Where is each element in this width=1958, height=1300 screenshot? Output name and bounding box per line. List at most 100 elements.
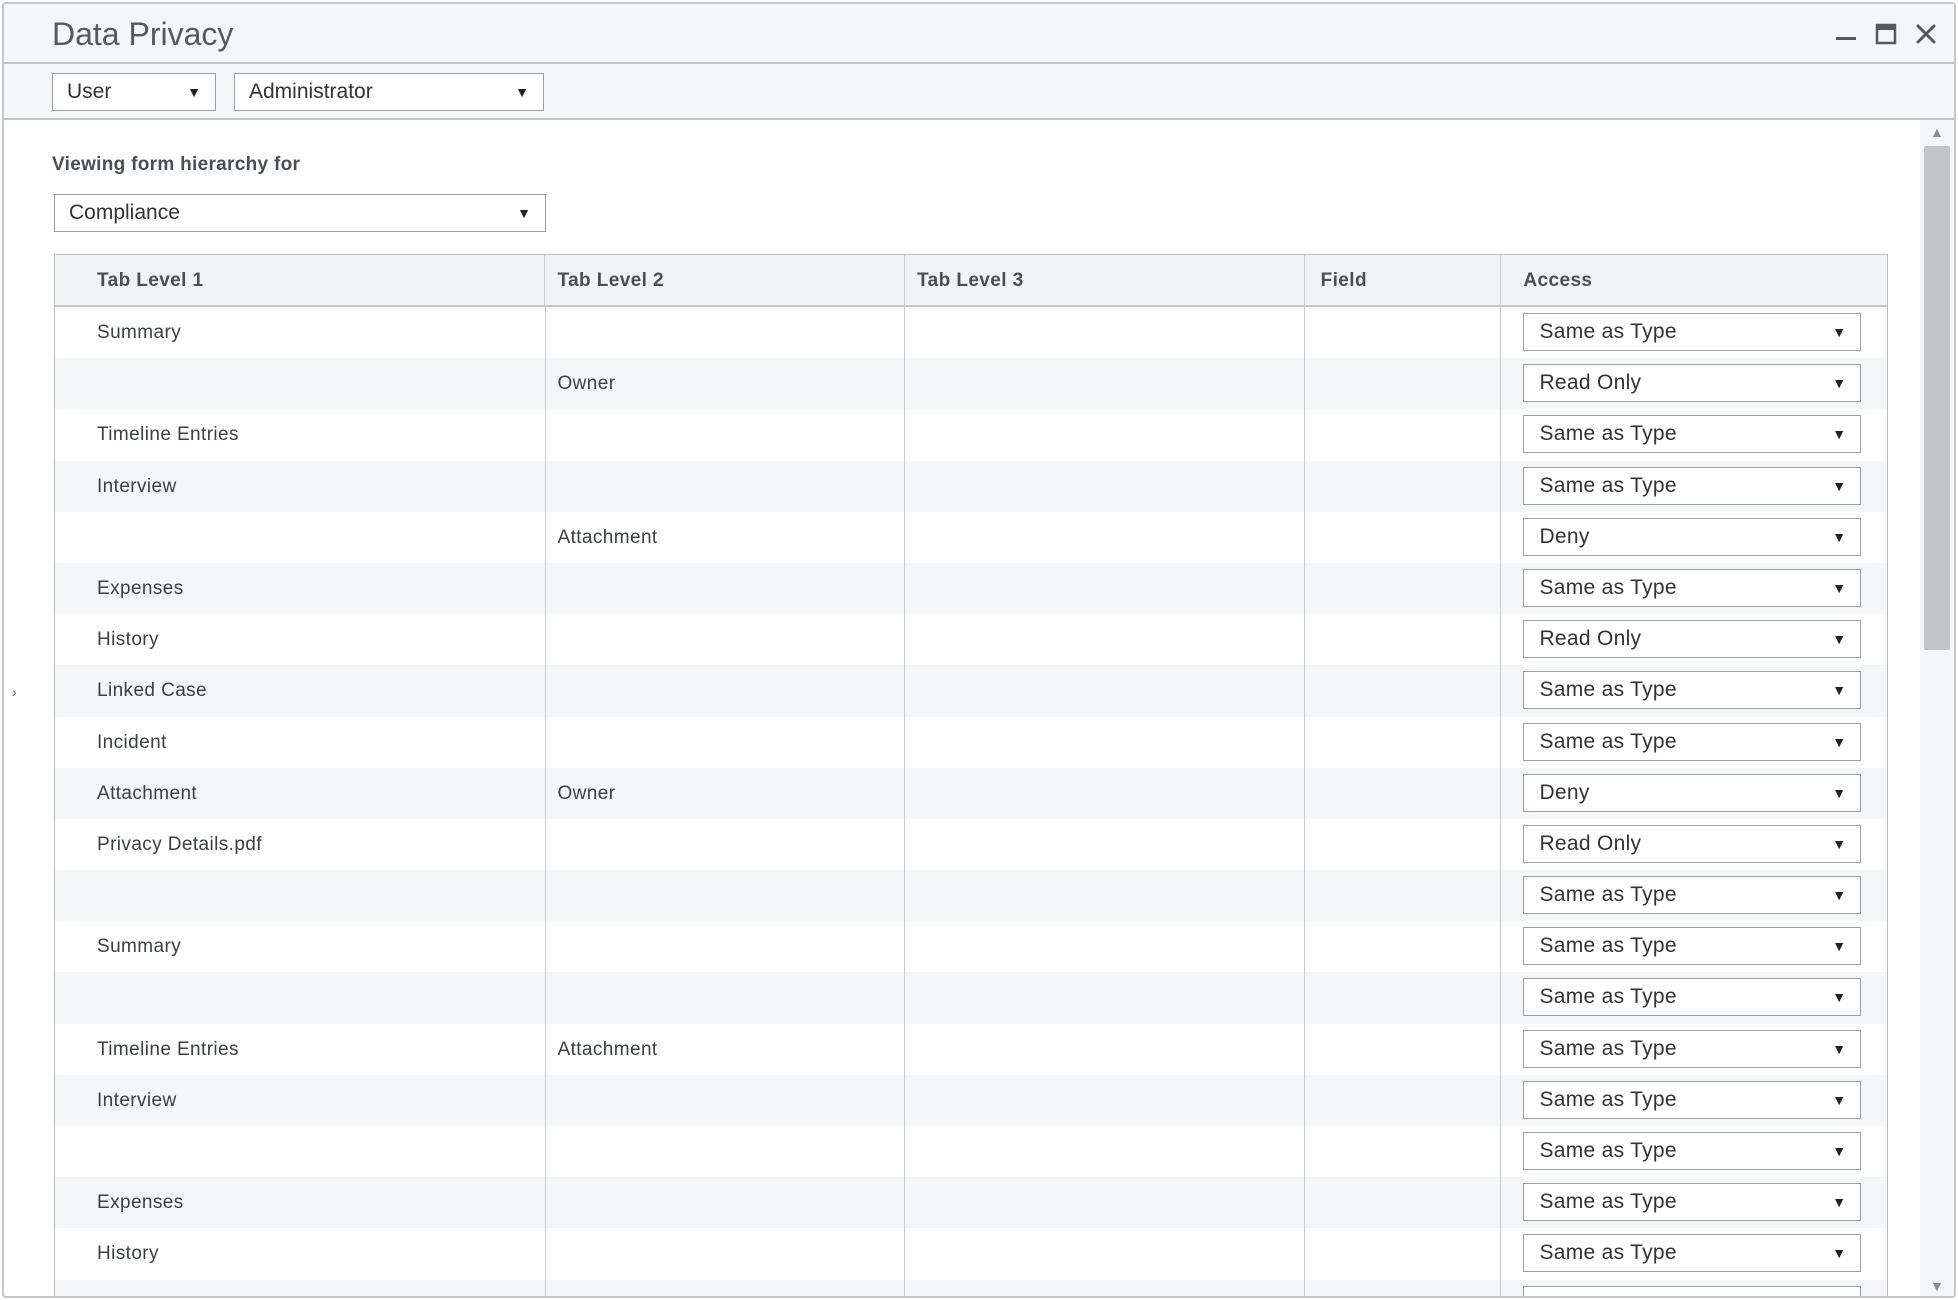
access-select-value: Deny (1539, 524, 1590, 548)
access-select-value: Same as Type (1539, 1293, 1676, 1296)
tab-level-1-cell: Timeline Entries (55, 409, 546, 461)
tab-level-3-cell (905, 1228, 1305, 1280)
access-select[interactable]: Same as Type ▼ (1523, 1132, 1862, 1170)
role-select-value: Administrator (249, 80, 373, 103)
access-select[interactable]: Read Only ▼ (1523, 620, 1862, 659)
field-cell (1305, 818, 1502, 871)
table-row: Interview Same as Type ▼ (55, 1074, 1887, 1126)
access-select[interactable]: Same as Type ▼ (1523, 722, 1862, 761)
access-select[interactable]: Same as Type ▼ (1523, 671, 1862, 710)
maximize-icon[interactable] (1874, 22, 1898, 46)
close-icon[interactable] (1914, 22, 1938, 46)
field-cell (1305, 972, 1502, 1024)
table-header: Tab Level 1 Tab Level 2 Tab Level 3 Fiel… (55, 255, 1887, 307)
access-cell: Same as Type ▼ (1501, 409, 1887, 460)
access-cell: Same as Type ▼ (1501, 307, 1887, 358)
chevron-down-icon: ▼ (515, 84, 529, 100)
access-select-value: Same as Type (1539, 1087, 1677, 1111)
access-select-value: Same as Type (1539, 883, 1677, 907)
tab-level-2-cell: Owner (546, 767, 906, 819)
tab-level-3-cell (905, 562, 1305, 615)
access-select[interactable]: Same as Type ▼ (1523, 466, 1862, 505)
access-cell: Same as Type ▼ (1501, 921, 1887, 972)
field-cell (1305, 614, 1502, 666)
chevron-down-icon: ▼ (517, 205, 531, 221)
access-select[interactable]: Same as Type ▼ (1523, 1080, 1862, 1119)
chevron-down-icon: ▼ (1832, 938, 1847, 955)
scope-select[interactable]: User ▼ (52, 73, 216, 111)
table-row: Interview Same as Type ▼ (55, 460, 1887, 512)
access-select[interactable]: Same as Type ▼ (1523, 1234, 1862, 1273)
access-select-value: Same as Type (1539, 422, 1677, 446)
access-cell: Same as Type ▼ (1501, 563, 1887, 614)
column-header-tab-level-2[interactable]: Tab Level 2 (545, 255, 906, 305)
column-header-field[interactable]: Field (1305, 255, 1502, 305)
access-select[interactable]: Same as Type ▼ (1523, 1029, 1862, 1068)
chevron-down-icon: ▼ (1832, 989, 1847, 1006)
access-select[interactable]: Read Only ▼ (1523, 364, 1862, 403)
access-select[interactable]: Same as Type ▼ (1523, 1183, 1862, 1222)
scroll-up-icon[interactable]: ▲ (1930, 124, 1944, 140)
vertical-scrollbar[interactable]: ▲ ▼ (1920, 120, 1954, 1296)
table-row: Expenses Same as Type ▼ (55, 562, 1887, 615)
tab-level-2-cell: Attachment (546, 1023, 906, 1075)
access-select[interactable]: Same as Type ▼ (1523, 313, 1862, 351)
tab-level-3-cell (905, 1023, 1305, 1075)
minimize-icon[interactable] (1834, 22, 1858, 46)
access-select[interactable]: Deny ▼ (1523, 517, 1862, 556)
tab-level-1-cell (55, 870, 546, 922)
chevron-down-icon: ▼ (1832, 1287, 1846, 1296)
field-cell (1305, 921, 1502, 973)
access-select-value: Same as Type (1539, 729, 1677, 753)
access-select[interactable]: Read Only ▼ (1523, 824, 1862, 863)
tab-level-1-cell: Attachment (55, 767, 546, 819)
scrollbar-thumb[interactable] (1924, 146, 1950, 650)
tab-level-1-cell: Summary (55, 921, 546, 973)
tab-level-2-cell (546, 972, 906, 1024)
tab-level-1-cell: Privacy Details.pdf (55, 818, 546, 871)
tab-level-3-cell (905, 1279, 1305, 1296)
access-select[interactable]: Same as Type ▼ (1523, 415, 1862, 454)
tab-level-2-cell (546, 409, 906, 461)
access-select[interactable]: Same as Type ▼ (1523, 568, 1862, 607)
access-select-value: Same as Type (1539, 985, 1677, 1009)
table-row: Linked Case Same as Type ▼ (55, 1279, 1887, 1296)
field-cell (1305, 1177, 1502, 1229)
chevron-down-icon: ▼ (1832, 324, 1847, 340)
access-select[interactable]: Deny ▼ (1523, 773, 1862, 812)
access-cell: Same as Type ▼ (1501, 1075, 1887, 1126)
table-row: Attachment Owner Deny ▼ (55, 767, 1887, 819)
tab-level-1-cell (55, 511, 546, 563)
chevron-right-icon[interactable]: › (12, 684, 17, 700)
table-row: Summary Same as Type ▼ (55, 307, 1887, 359)
field-cell (1305, 1126, 1502, 1178)
tab-level-2-cell (546, 716, 906, 768)
role-select[interactable]: Administrator ▼ (234, 73, 544, 111)
tab-level-3-cell (905, 409, 1305, 461)
scroll-down-icon[interactable]: ▼ (1930, 1278, 1944, 1294)
tab-level-2-cell (546, 921, 906, 973)
column-header-tab-level-3[interactable]: Tab Level 3 (905, 255, 1305, 305)
tab-level-2-cell (546, 818, 906, 871)
access-select-value: Same as Type (1539, 320, 1677, 343)
access-select[interactable]: Same as Type ▼ (1523, 927, 1862, 966)
tab-level-3-cell (905, 870, 1305, 922)
tab-level-1-cell: Incident (55, 716, 546, 768)
column-header-tab-level-1[interactable]: Tab Level 1 (55, 255, 546, 305)
access-select[interactable]: Same as Type ▼ (1523, 978, 1862, 1017)
table-body: Summary Same as Type ▼ Owner Read Only ▼ Timel… (55, 307, 1887, 1296)
tab-level-2-cell (546, 870, 906, 922)
tab-level-2-cell: Attachment (546, 511, 906, 563)
access-select[interactable]: Same as Type ▼ (1523, 876, 1862, 915)
column-header-access[interactable]: Access (1501, 255, 1887, 305)
window-title: Data Privacy (52, 16, 234, 52)
table-row: Attachment Deny ▼ (55, 511, 1887, 563)
access-cell: Deny ▼ (1501, 512, 1887, 563)
access-select-value: Same as Type (1539, 934, 1677, 958)
access-select[interactable]: Same as Type ▼ (1523, 1285, 1862, 1296)
tab-level-2-cell (546, 614, 906, 666)
access-select-value: Read Only (1539, 627, 1642, 651)
tab-level-2-cell (546, 1228, 906, 1280)
form-select[interactable]: Compliance ▼ (54, 194, 546, 232)
field-cell (1305, 1023, 1502, 1075)
